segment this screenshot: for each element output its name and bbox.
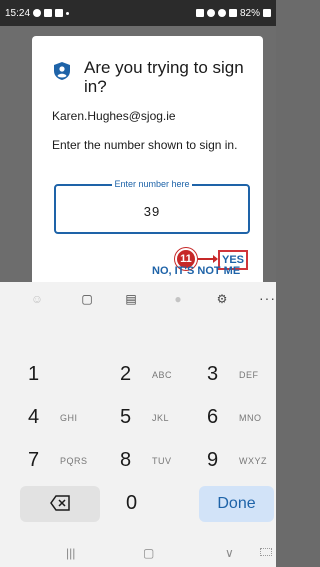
key-6[interactable]: 6 MNO xyxy=(199,400,274,436)
recent-apps-icon[interactable]: ||| xyxy=(66,546,75,560)
instruction-text: Enter the number shown to sign in. xyxy=(52,138,238,152)
mute-icon xyxy=(206,9,215,17)
key-1[interactable]: 1 xyxy=(20,357,100,393)
alarm-icon xyxy=(195,9,204,17)
settings-icon[interactable]: ⚙ xyxy=(214,291,230,307)
key-2[interactable]: 2 ABC xyxy=(112,357,192,393)
notification-dot-icon xyxy=(66,11,70,15)
backspace-key[interactable] xyxy=(20,486,100,522)
notes-icon[interactable]: ▤ xyxy=(123,291,139,307)
navigation-bar: ||| ▢ ∨ xyxy=(0,540,276,567)
signal-icon xyxy=(228,9,237,17)
battery-icon xyxy=(263,9,271,17)
annotation-arrow xyxy=(198,255,218,263)
key-3[interactable]: 3 DEF xyxy=(199,357,274,393)
no-button[interactable]: NO, IT'S NOT ME xyxy=(152,265,240,277)
more-icon[interactable]: ··· xyxy=(259,290,276,306)
keyboard-switch-icon[interactable] xyxy=(260,548,272,556)
status-bar: 15:24 82% xyxy=(0,0,276,26)
authenticator-icon xyxy=(54,62,70,80)
numeric-keyboard: ☺ ▢ ▤ ● ⚙ ··· 1 2 ABC 3 DEF 4 GHI 5 JKL … xyxy=(0,282,276,567)
location-icon xyxy=(33,9,42,17)
status-time: 15:24 xyxy=(5,7,31,19)
backspace-icon xyxy=(50,495,70,511)
home-icon[interactable]: ▢ xyxy=(143,546,154,560)
gallery-icon xyxy=(44,9,53,17)
key-7[interactable]: 7 PQRS xyxy=(20,443,100,479)
keyboard-toolbar: ☺ ▢ ▤ ● ⚙ ··· xyxy=(0,282,276,316)
number-input[interactable]: Enter number here 39 xyxy=(54,179,250,234)
number-input-value: 39 xyxy=(143,204,161,219)
photo-icon xyxy=(55,9,64,17)
sign-in-dialog: Are you trying to sign in? Karen.Hughes@… xyxy=(32,36,263,282)
back-icon[interactable]: ∨ xyxy=(225,546,234,560)
wifi-icon xyxy=(217,9,226,17)
key-0[interactable]: 0 xyxy=(112,486,192,522)
account-email: Karen.Hughes@sjog.ie xyxy=(52,109,176,123)
done-key[interactable]: Done xyxy=(199,486,274,522)
emoji-icon[interactable]: ☺ xyxy=(29,291,45,307)
key-8[interactable]: 8 TUV xyxy=(112,443,192,479)
microphone-icon[interactable]: ● xyxy=(170,291,186,307)
key-9[interactable]: 9 WXYZ xyxy=(199,443,274,479)
number-input-label: Enter number here xyxy=(112,179,192,189)
clipboard-icon[interactable]: ▢ xyxy=(79,291,95,307)
battery-percent: 82% xyxy=(239,7,260,19)
key-5[interactable]: 5 JKL xyxy=(112,400,192,436)
key-4[interactable]: 4 GHI xyxy=(20,400,100,436)
dialog-title: Are you trying to sign in? xyxy=(84,58,244,96)
